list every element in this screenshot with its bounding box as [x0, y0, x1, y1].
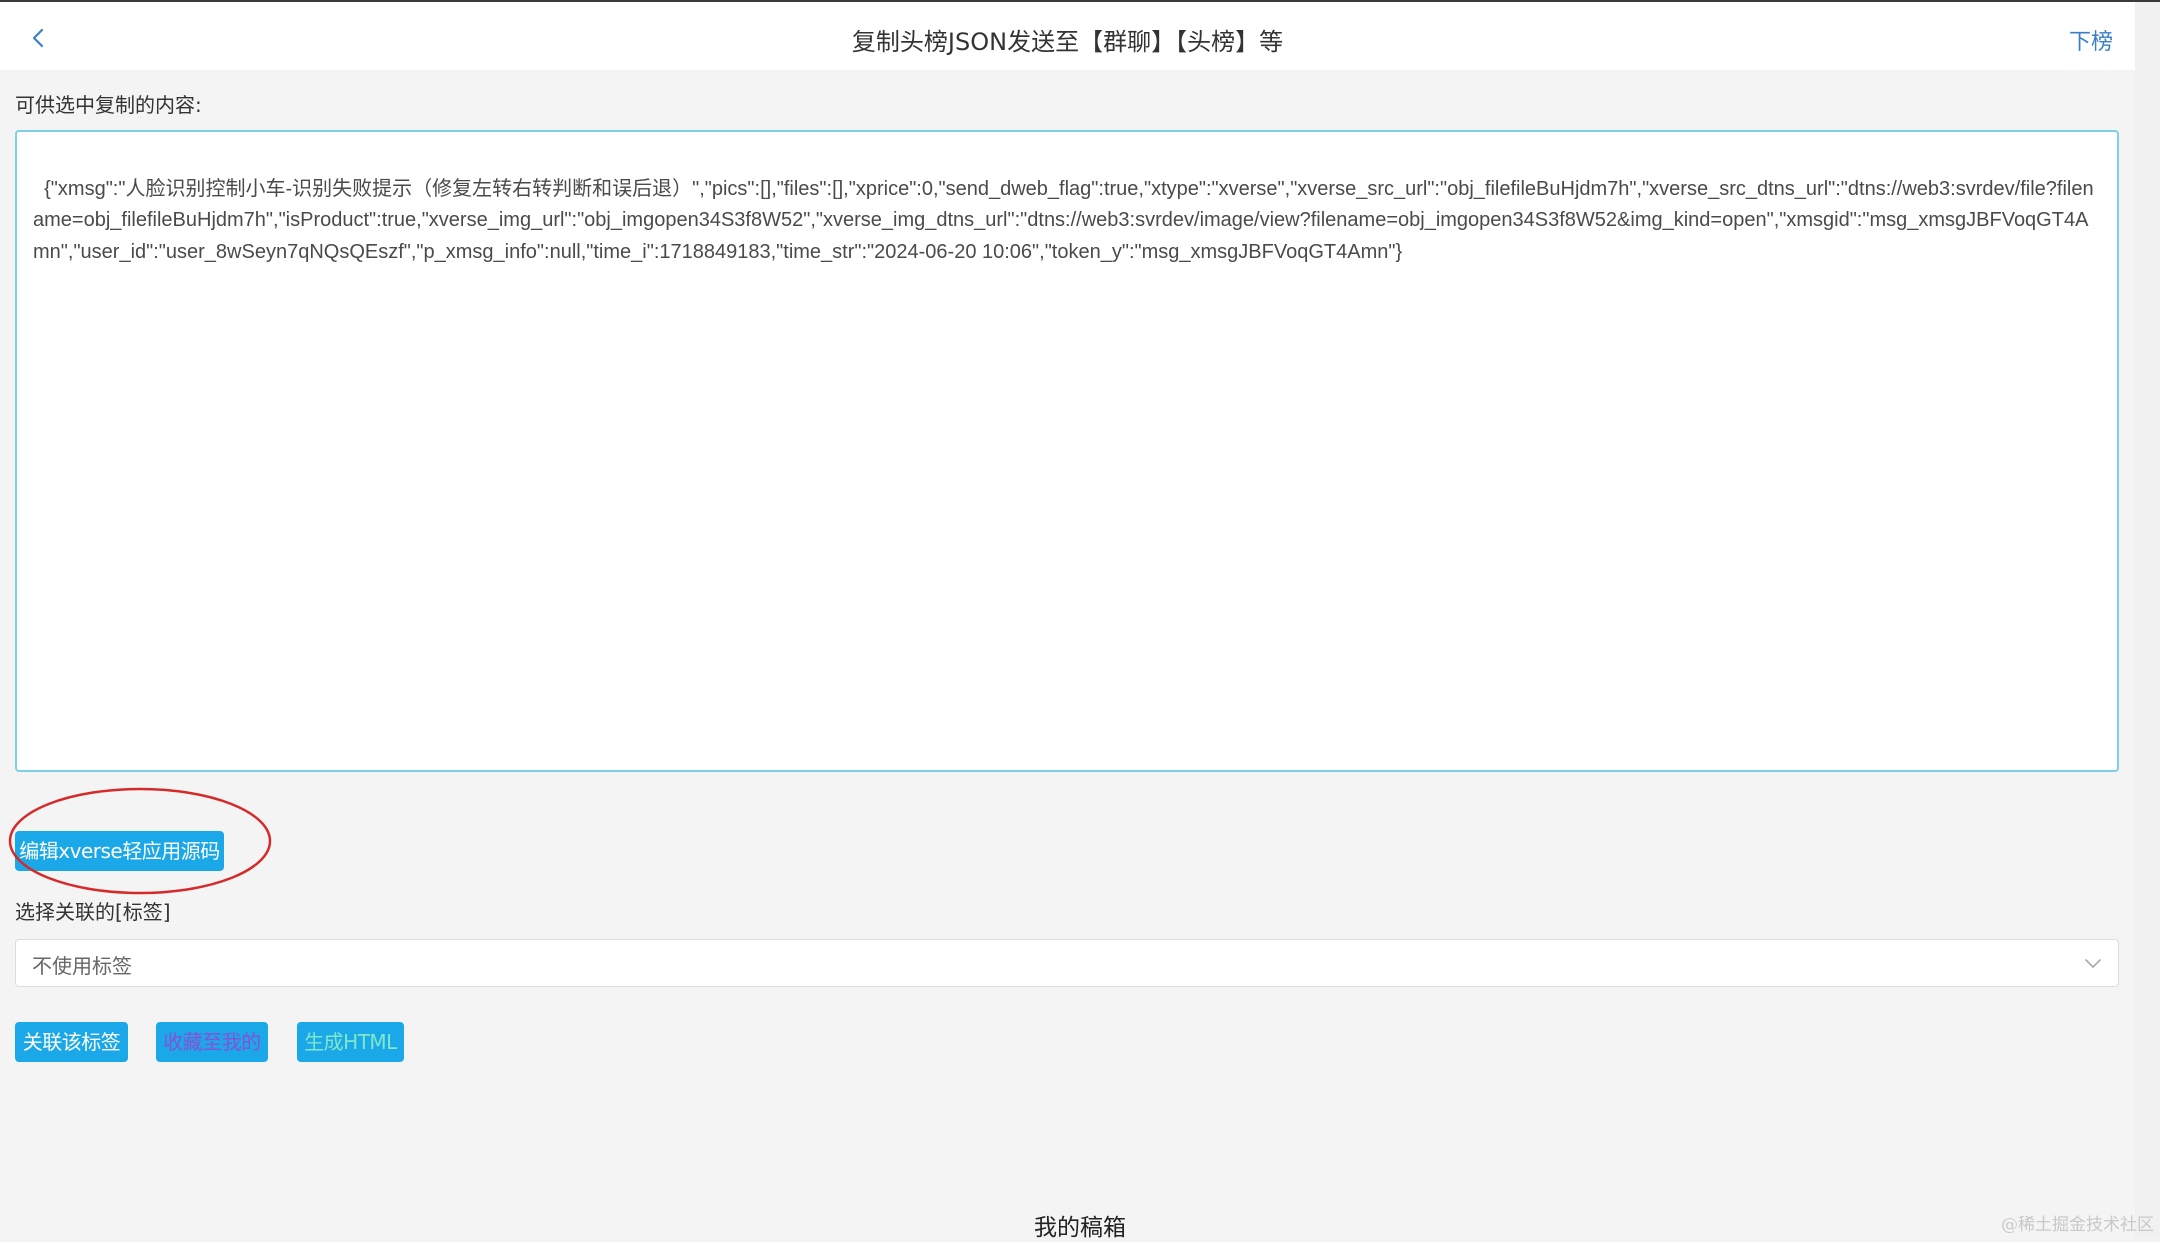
json-content-textarea[interactable]: {"xmsg":"人脸识别控制小车-识别失败提示（修复左转右转判断和误后退）",…	[15, 130, 2119, 772]
chevron-down-icon	[2082, 952, 2104, 974]
next-button[interactable]: 下榜	[2069, 24, 2113, 56]
copy-content-label: 可供选中复制的内容:	[15, 93, 202, 117]
link-tag-button[interactable]: 关联该标签	[15, 1022, 128, 1062]
scrollbar[interactable]	[2135, 2, 2160, 1239]
tag-select-value: 不使用标签	[32, 954, 132, 978]
page-title: 复制头榜JSON发送至【群聊】【头榜】等	[851, 28, 1284, 56]
my-drafts-label[interactable]: 我的稿箱	[0, 1208, 2160, 1242]
watermark: @稀土掘金技术社区	[2001, 1215, 2154, 1235]
edit-source-button[interactable]: 编辑xverse轻应用源码	[15, 831, 224, 871]
tag-select-label: 选择关联的[标签]	[15, 900, 171, 924]
header-bar: 复制头榜JSON发送至【群聊】【头榜】等 下榜	[0, 2, 2135, 70]
save-to-mine-button[interactable]: 收藏至我的	[156, 1022, 268, 1062]
json-content-text: {"xmsg":"人脸识别控制小车-识别失败提示（修复左转右转判断和误后退）",…	[33, 177, 2094, 263]
generate-html-button[interactable]: 生成HTML	[297, 1022, 404, 1062]
tag-select[interactable]: 不使用标签	[15, 939, 2119, 987]
resize-grip-icon[interactable]	[2099, 752, 2113, 766]
